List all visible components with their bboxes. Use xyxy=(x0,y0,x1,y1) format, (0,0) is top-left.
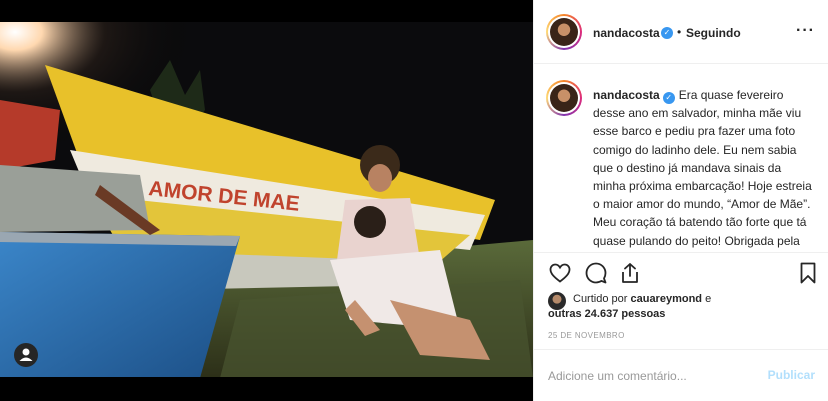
comment-box: Publicar xyxy=(534,349,828,401)
likes-summary: Curtido por cauareymond e outras 24.637 … xyxy=(548,292,818,324)
comment-bubble-icon[interactable] xyxy=(584,261,608,285)
liked-by-prefix: Curtido por xyxy=(573,293,628,305)
likes-count-link[interactable]: outras 24.637 pessoas xyxy=(548,308,665,320)
save-bookmark-icon[interactable] xyxy=(796,261,820,285)
beach-boat-photo: AMOR DE MAE xyxy=(0,0,533,401)
author-avatar[interactable] xyxy=(546,14,582,50)
liked-by-line: Curtido por cauareymond e xyxy=(573,293,711,305)
more-options-icon[interactable]: ··· xyxy=(796,22,815,40)
caption-text: Era quase fevereiro desse ano em salvado… xyxy=(593,88,812,252)
caption-author-avatar[interactable] xyxy=(546,80,582,116)
verified-badge-icon: ✓ xyxy=(662,92,675,104)
publish-button[interactable]: Publicar xyxy=(768,368,815,382)
caption-area[interactable]: nandacosta ✓ Era quase fevereiro desse ano… xyxy=(534,64,828,253)
post-date[interactable]: 25 DE NOVEMBRO xyxy=(548,331,625,340)
liked-by-user-link[interactable]: cauareymond xyxy=(630,293,702,305)
comment-input[interactable] xyxy=(548,366,748,386)
post-header: nandacosta ✓ • Seguindo ··· xyxy=(534,0,828,64)
tagged-users-button[interactable] xyxy=(14,343,38,367)
like-heart-icon[interactable] xyxy=(548,261,572,285)
caption: nandacosta ✓ Era quase fevereiro desse ano… xyxy=(593,86,817,252)
share-icon[interactable] xyxy=(618,261,642,285)
verified-badge-icon: ✓ xyxy=(661,27,673,39)
post-sidebar: nandacosta ✓ • Seguindo ··· nandacosta ✓ E… xyxy=(533,0,828,401)
user-tag-icon xyxy=(19,348,33,361)
author-username[interactable]: nandacosta xyxy=(593,26,660,40)
post-photo[interactable]: AMOR DE MAE xyxy=(0,0,533,401)
following-button[interactable]: Seguindo xyxy=(686,26,741,40)
liked-by-suffix: e xyxy=(705,293,712,305)
caption-username[interactable]: nandacosta xyxy=(593,88,660,102)
post-actions xyxy=(534,253,828,293)
separator-dot: • xyxy=(677,25,682,39)
